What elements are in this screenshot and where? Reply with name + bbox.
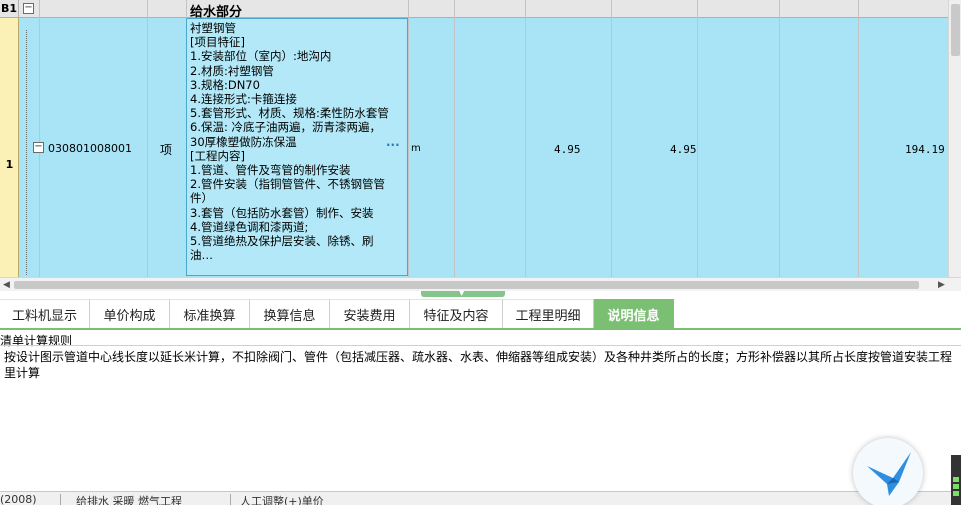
chevron-down-icon[interactable]: ▼: [459, 289, 464, 297]
item-code[interactable]: 030801008001: [48, 142, 132, 155]
tab-standard-conversion[interactable]: 标准换算: [170, 299, 250, 328]
tab-unit-price[interactable]: 单价构成: [90, 299, 170, 328]
item-description-cell[interactable]: 衬塑钢管 [项目特征] 1.安装部位（室内）:地沟内 2.材质:衬塑钢管 3.规…: [186, 18, 408, 276]
tab-description-info[interactable]: 说明信息: [594, 299, 674, 328]
status-bar: (2008) 给排水 采暖 燃气工程 人工调整(+)单价: [0, 491, 961, 505]
group-header-row[interactable]: [0, 0, 948, 18]
item-amount[interactable]: 194.19: [905, 143, 945, 156]
collapse-toggle-icon[interactable]: −: [23, 3, 34, 14]
group-row-label: B1: [0, 0, 19, 18]
item-kind[interactable]: 项: [160, 141, 172, 158]
row-number-cell[interactable]: 1: [0, 18, 19, 277]
tab-quantity-detail[interactable]: 工程里明细: [503, 299, 594, 328]
column-divider: [858, 0, 859, 277]
rule-panel-header: 清单计算规则: [0, 334, 73, 348]
row-number: 1: [5, 158, 14, 171]
column-divider: [697, 0, 698, 277]
item-description: 衬塑钢管 [项目特征] 1.安装部位（室内）:地沟内 2.材质:衬塑钢管 3.规…: [190, 21, 389, 263]
collapse-toggle-icon[interactable]: −: [33, 142, 44, 153]
meter-bar: [953, 491, 959, 496]
detail-tabs: 工料机显示 单价构成 标准换算 换算信息 安装费用 特征及内容 工程里明细 说明…: [0, 299, 961, 330]
item-quantity-adjusted[interactable]: 4.95: [670, 143, 697, 156]
vertical-scrollbar[interactable]: [948, 0, 961, 277]
table-row[interactable]: [0, 18, 948, 277]
column-divider: [611, 0, 612, 277]
divider: [60, 494, 61, 505]
meter-bar: [953, 477, 959, 482]
vertical-scroll-thumb[interactable]: [951, 4, 960, 56]
scroll-left-icon[interactable]: ◀: [3, 280, 10, 290]
status-adjustment: 人工调整(+)单价: [240, 495, 324, 505]
item-quantity[interactable]: 4.95: [554, 143, 581, 156]
volume-meter: [951, 455, 961, 505]
column-divider: [525, 0, 526, 277]
meter-bar: [953, 484, 959, 489]
column-divider: [408, 0, 409, 277]
assistant-bird-button[interactable]: [853, 438, 923, 505]
tab-installation-fee[interactable]: 安装费用: [330, 299, 410, 328]
divider: [230, 494, 231, 505]
item-unit[interactable]: m: [411, 143, 421, 154]
horizontal-scrollbar[interactable]: ◀ ▶: [0, 277, 961, 291]
status-standard-year: (2008): [0, 493, 37, 505]
status-discipline: 给排水 采暖 燃气工程: [76, 495, 182, 505]
tab-conversion-info[interactable]: 换算信息: [250, 299, 330, 328]
rule-panel-text[interactable]: 按设计图示管道中心线长度以延长米计算，不扣除阀门、管件（包括减压器、疏水器、水表…: [4, 349, 952, 381]
description-more-button[interactable]: ···: [386, 138, 400, 152]
divider: [0, 345, 961, 346]
column-divider: [39, 0, 40, 277]
column-divider: [454, 0, 455, 277]
scroll-right-icon[interactable]: ▶: [938, 280, 945, 290]
tab-labor-material-machine[interactable]: 工料机显示: [0, 299, 90, 328]
horizontal-scroll-thumb[interactable]: [14, 281, 919, 289]
bill-grid: B1 1 − − 给水部分 030801008001 项 衬塑钢管 [项目特征]…: [0, 0, 948, 277]
tree-connector: [26, 30, 27, 275]
tab-features-content[interactable]: 特征及内容: [410, 299, 503, 328]
column-divider: [779, 0, 780, 277]
bird-icon: [867, 452, 911, 496]
column-divider: [147, 0, 148, 277]
